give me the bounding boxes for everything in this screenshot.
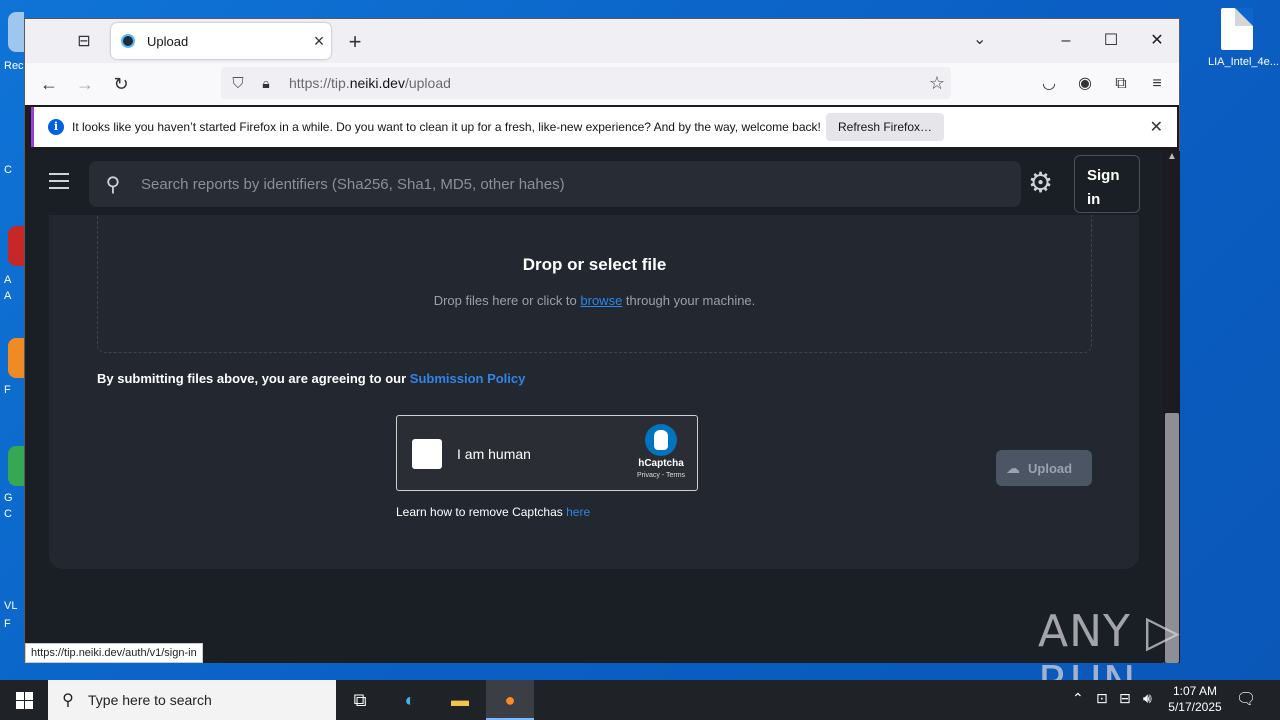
- firefox-shortcut-icon[interactable]: [8, 338, 24, 378]
- page-scrollbar[interactable]: ▲: [1164, 151, 1180, 663]
- desktop-label: C: [4, 508, 12, 520]
- browse-link[interactable]: browse: [580, 293, 622, 308]
- desktop-label: A: [4, 290, 12, 302]
- hcaptcha-widget: I am human hCaptcha Privacy - Terms: [396, 415, 698, 491]
- network-adapter-icon[interactable]: ⊡: [1096, 690, 1108, 707]
- tab-title: Upload: [147, 33, 189, 49]
- extensions-icon[interactable]: ⧉: [1109, 73, 1133, 95]
- cloud-upload-icon: ☁: [1006, 459, 1020, 476]
- minimize-icon[interactable]: –: [1046, 27, 1086, 55]
- refresh-firefox-button[interactable]: Refresh Firefox…: [826, 113, 945, 141]
- clock-date: 5/17/2025: [1168, 700, 1222, 714]
- taskbar-search-placeholder: Type here to search: [88, 692, 212, 708]
- captcha-label: I am human: [457, 446, 531, 462]
- forward-arrow-icon[interactable]: →: [73, 73, 97, 95]
- pocket-icon[interactable]: ◡: [1037, 73, 1061, 95]
- taskbar-search-box[interactable]: ⚲ Type here to search: [48, 680, 336, 720]
- list-tabs-chevron-icon[interactable]: ⌄: [973, 29, 986, 49]
- file-drop-zone[interactable]: Drop or select file Drop files here or c…: [97, 213, 1092, 353]
- account-icon[interactable]: ◉: [1073, 73, 1097, 95]
- desktop-label: VL: [4, 600, 18, 612]
- close-notification-icon[interactable]: ✕: [1150, 117, 1163, 137]
- hamburger-menu-icon[interactable]: [49, 173, 69, 194]
- firefox-view-icon[interactable]: ⊟: [73, 31, 95, 51]
- drop-subtitle: Drop files here or click to browse throu…: [433, 293, 756, 308]
- network-icon[interactable]: ⊟: [1119, 690, 1131, 707]
- desktop-label: Rec: [4, 60, 24, 72]
- new-tab-icon[interactable]: +: [343, 29, 367, 55]
- reload-icon[interactable]: ↻: [109, 73, 133, 95]
- browser-window: ⊟ Upload × + ⌄ – ☐ ✕ ← → ↻ ⛉ 🔒︎ https://…: [24, 18, 1180, 663]
- back-arrow-icon[interactable]: ←: [37, 73, 61, 95]
- file-explorer-icon[interactable]: ▬: [436, 680, 484, 720]
- refresh-notification-bar: i It looks like you haven’t started Fire…: [31, 107, 1177, 147]
- close-window-icon[interactable]: ✕: [1137, 27, 1177, 55]
- app-shortcut-icon[interactable]: [8, 226, 24, 266]
- site-favicon-icon: [121, 34, 135, 48]
- menu-icon[interactable]: ≡: [1145, 73, 1169, 95]
- system-clock[interactable]: 1:07 AM 5/17/2025: [1162, 683, 1228, 715]
- upload-button[interactable]: ☁ Upload: [996, 450, 1092, 486]
- document-icon: [1221, 8, 1253, 50]
- upload-card: Drop or select file Drop files here or c…: [49, 213, 1139, 569]
- maximize-icon[interactable]: ☐: [1091, 27, 1131, 55]
- task-view-icon[interactable]: ⧉: [336, 680, 384, 720]
- policy-text: By submitting files above, you are agree…: [97, 371, 526, 386]
- recycle-bin-icon[interactable]: [8, 12, 24, 52]
- desktop-label: F: [4, 618, 11, 630]
- url-bar[interactable]: ⛉ 🔒︎ https://tip.neiki.dev/upload ☆: [221, 67, 951, 99]
- captcha-privacy-terms[interactable]: Privacy - Terms: [631, 472, 691, 479]
- learn-here-link[interactable]: here: [566, 505, 590, 519]
- url-text[interactable]: https://tip.neiki.dev/upload: [289, 75, 923, 91]
- desktop-label: C: [4, 164, 12, 176]
- title-bar: ⊟ Upload × + ⌄ – ☐ ✕: [25, 19, 1179, 63]
- chrome-shortcut-icon[interactable]: [8, 446, 24, 486]
- status-link-preview: https://tip.neiki.dev/auth/v1/sign-in: [25, 643, 203, 663]
- hcaptcha-logo-icon: [645, 424, 677, 456]
- info-icon: i: [48, 119, 64, 135]
- notification-center-icon[interactable]: 🗨︎: [1236, 689, 1256, 709]
- submission-policy-link[interactable]: Submission Policy: [410, 371, 526, 386]
- lock-icon[interactable]: 🔒︎: [257, 75, 275, 92]
- tab-upload[interactable]: Upload ×: [111, 23, 331, 59]
- desktop-file[interactable]: LIA_Intel_4e...: [1208, 8, 1279, 68]
- settings-gear-icon[interactable]: ⚙: [1028, 167, 1053, 199]
- site-header: ⚲ Search reports by identifiers (Sha256,…: [25, 151, 1163, 215]
- scroll-up-arrow-icon[interactable]: ▲: [1167, 151, 1177, 162]
- search-placeholder: Search reports by identifiers (Sha256, S…: [141, 175, 565, 193]
- captcha-checkbox[interactable]: [412, 439, 442, 469]
- nav-bar: ← → ↻ ⛉ 🔒︎ https://tip.neiki.dev/upload …: [25, 63, 1179, 105]
- bookmark-star-icon[interactable]: ☆: [923, 73, 951, 94]
- learn-captcha-text: Learn how to remove Captchas here: [396, 505, 591, 519]
- desktop-label: G: [4, 492, 13, 504]
- search-icon: ⚲: [105, 173, 121, 196]
- windows-start-icon[interactable]: [0, 680, 48, 720]
- tray-chevron-icon[interactable]: ⌃: [1072, 690, 1084, 707]
- sign-in-button[interactable]: Sign in: [1074, 155, 1140, 213]
- volume-icon[interactable]: 🔊︎: [1143, 690, 1152, 707]
- firefox-taskbar-icon[interactable]: ●: [486, 680, 534, 720]
- desktop-left-icons: Rec C A A F G C VL F: [0, 0, 24, 680]
- taskbar: ⚲ Type here to search ⧉ ◐ ▬ ● ⌃ ⊡ ⊟ 🔊︎ 1…: [0, 680, 1280, 720]
- report-search-input[interactable]: ⚲ Search reports by identifiers (Sha256,…: [89, 161, 1021, 207]
- clock-time: 1:07 AM: [1172, 684, 1218, 698]
- notification-message: It looks like you haven’t started Firefo…: [72, 120, 821, 134]
- tracking-shield-icon[interactable]: ⛉: [229, 75, 247, 92]
- page-content: Drop or select file Drop files here or c…: [25, 151, 1163, 663]
- desktop-file-label: LIA_Intel_4e...: [1208, 56, 1279, 68]
- upload-label: Upload: [1028, 460, 1073, 476]
- desktop-label: A: [4, 274, 12, 286]
- drop-title: Drop or select file: [522, 255, 667, 274]
- close-tab-icon[interactable]: ×: [307, 31, 331, 52]
- search-icon: ⚲: [62, 692, 74, 709]
- edge-icon[interactable]: ◐: [386, 680, 434, 720]
- hcaptcha-brand: hCaptcha: [638, 458, 684, 469]
- desktop-label: F: [4, 384, 11, 396]
